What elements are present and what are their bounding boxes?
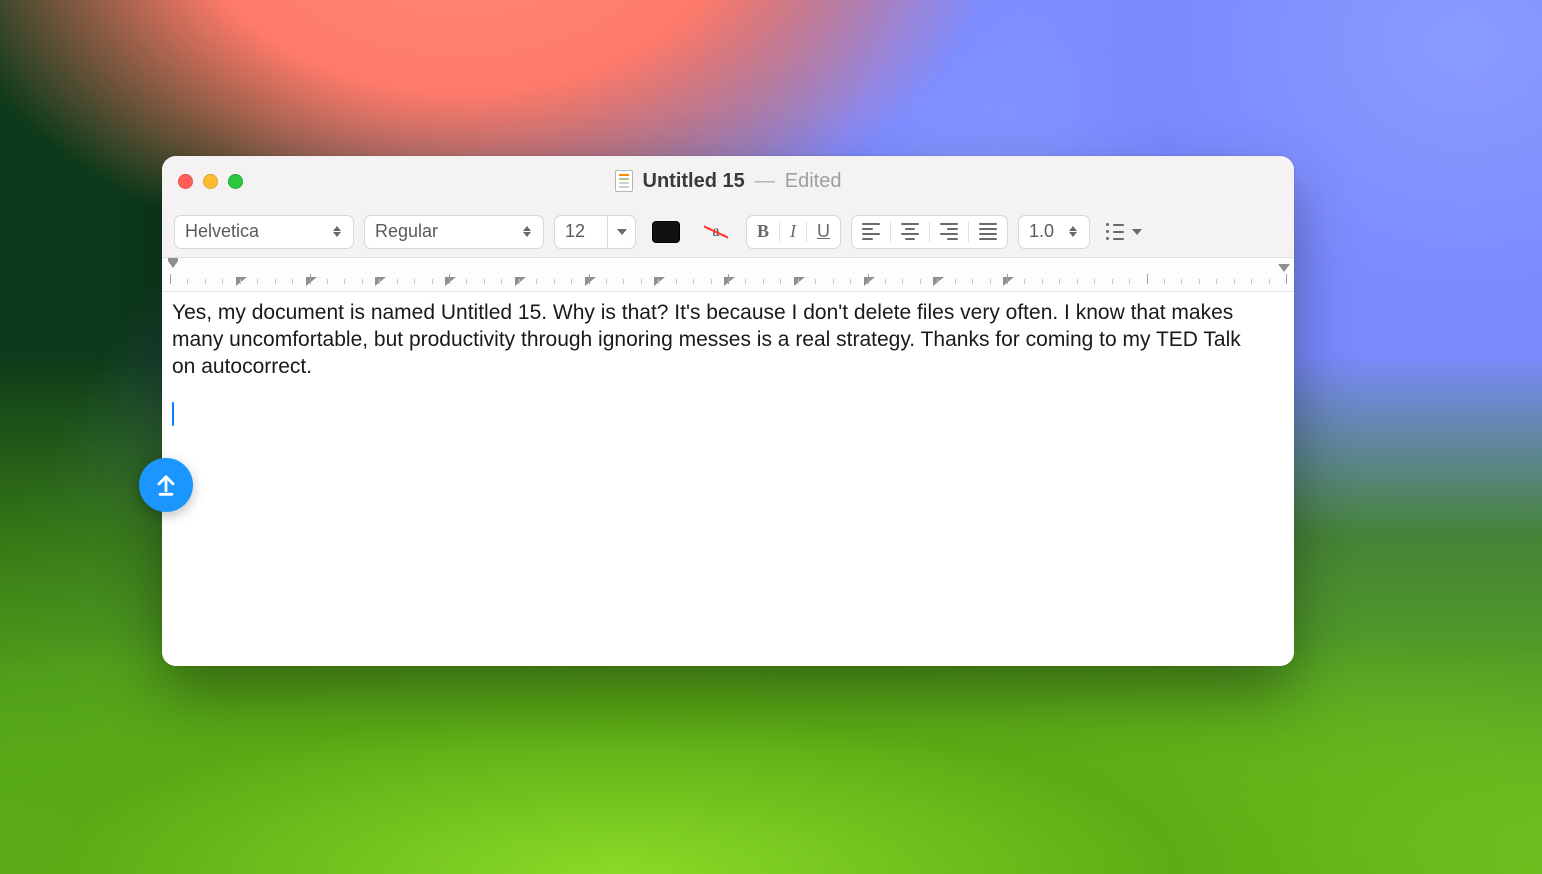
document-body-text[interactable]: Yes, my document is named Untitled 15. W…	[172, 300, 1264, 381]
font-style-select[interactable]: Regular	[364, 215, 544, 249]
stepper-icon	[521, 226, 533, 237]
align-right-icon	[940, 223, 958, 240]
ruler-tab-stop[interactable]	[375, 277, 386, 286]
bold-button[interactable]: B	[747, 216, 779, 248]
ruler-tab-stop[interactable]	[933, 277, 944, 286]
font-size-value: 12	[565, 221, 585, 242]
list-style-select[interactable]	[1100, 215, 1148, 249]
ruler-tab-stop[interactable]	[585, 277, 596, 286]
window-title: Untitled 15	[643, 170, 745, 193]
ruler-tab-stop[interactable]	[445, 277, 456, 286]
minimize-button[interactable]	[203, 174, 218, 189]
stepper-icon	[331, 226, 343, 237]
ruler-ticks: 012345678	[170, 274, 1286, 284]
underline-button[interactable]: U	[807, 216, 840, 248]
ruler-tab-stop[interactable]	[654, 277, 665, 286]
align-center-button[interactable]	[891, 216, 929, 248]
document-area[interactable]: Yes, my document is named Untitled 15. W…	[162, 292, 1294, 666]
font-family-value: Helvetica	[185, 221, 259, 242]
close-button[interactable]	[178, 174, 193, 189]
line-spacing-value: 1.0	[1029, 221, 1054, 242]
list-icon	[1106, 223, 1124, 240]
chevron-down-icon	[617, 229, 627, 235]
title-separator: —	[755, 170, 775, 193]
window-titlebar[interactable]: Untitled 15 — Edited	[162, 156, 1294, 206]
text-cursor	[172, 402, 174, 426]
align-center-icon	[901, 223, 919, 240]
line-spacing-select[interactable]: 1.0	[1018, 215, 1090, 249]
ruler-tab-stop[interactable]	[236, 277, 247, 286]
formatting-toolbar: Helvetica Regular 12	[162, 206, 1294, 258]
align-right-button[interactable]	[930, 216, 968, 248]
window-edited-status: Edited	[785, 170, 842, 193]
ruler[interactable]: 012345678	[162, 258, 1294, 292]
font-style-value: Regular	[375, 221, 438, 242]
align-justify-button[interactable]	[969, 216, 1007, 248]
align-left-button[interactable]	[852, 216, 890, 248]
ruler-tab-stop[interactable]	[1003, 277, 1014, 286]
ruler-tab-stop[interactable]	[794, 277, 805, 286]
title-center: Untitled 15 — Edited	[162, 170, 1294, 193]
font-size-control: 12	[554, 215, 636, 249]
text-color-icon: a	[702, 221, 730, 243]
desktop-wallpaper: Untitled 15 — Edited Helvetica Regular	[0, 0, 1542, 874]
document-icon	[615, 170, 633, 192]
first-line-indent-marker[interactable]	[168, 258, 178, 268]
zoom-button[interactable]	[228, 174, 243, 189]
align-left-icon	[862, 223, 880, 240]
chevron-down-icon	[1132, 229, 1142, 235]
fill-color-swatch	[652, 221, 680, 243]
stepper-icon	[1067, 226, 1079, 237]
upload-arrow-icon	[152, 471, 180, 499]
alignment-group	[851, 215, 1008, 249]
fill-color-button[interactable]	[646, 215, 686, 249]
text-style-group: B I U	[746, 215, 841, 249]
align-justify-icon	[979, 223, 997, 240]
right-margin-marker[interactable]	[1278, 264, 1290, 272]
text-color-button[interactable]: a	[696, 215, 736, 249]
ruler-tab-stop[interactable]	[515, 277, 526, 286]
font-size-input[interactable]: 12	[554, 215, 608, 249]
font-size-dropdown[interactable]	[608, 215, 636, 249]
ruler-tab-stop[interactable]	[724, 277, 735, 286]
font-family-select[interactable]: Helvetica	[174, 215, 354, 249]
italic-button[interactable]: I	[780, 216, 806, 248]
upload-floating-button[interactable]	[139, 458, 193, 512]
ruler-tab-stop[interactable]	[864, 277, 875, 286]
textedit-window: Untitled 15 — Edited Helvetica Regular	[162, 156, 1294, 666]
ruler-tab-stop[interactable]	[306, 277, 317, 286]
traffic-lights	[178, 174, 243, 189]
